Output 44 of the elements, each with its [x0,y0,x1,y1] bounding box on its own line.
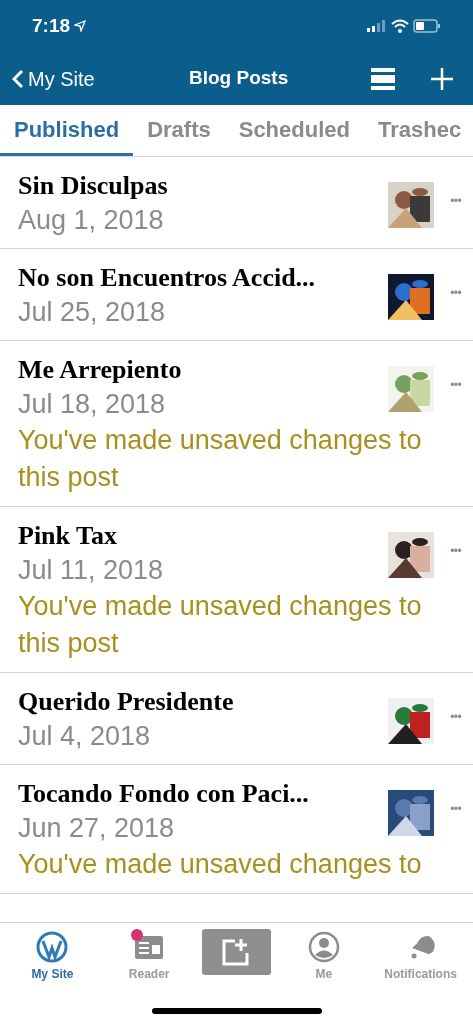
post-date: Jul 4, 2018 [18,720,152,753]
unsaved-changes-note: You've made unsaved changes to [18,848,423,881]
compose-icon [221,937,252,967]
tab[interactable]: Published [0,105,134,156]
tab-bar-item[interactable]: Notifications [376,929,465,983]
more-button[interactable]: ••• [450,192,461,210]
battery-icon [413,19,441,33]
wifi-icon [391,19,409,33]
page-title: Blog Posts [189,66,289,91]
post-title[interactable]: No son Encuentros Accid... [18,262,389,294]
list-view-icon[interactable] [371,67,395,90]
chevron-left-icon [12,68,24,89]
tab-bar-item[interactable]: My Site [8,929,97,983]
post-date: Jul 25, 2018 [18,296,167,329]
more-button[interactable]: ••• [450,542,461,560]
tab-bar-item[interactable]: Reader [105,929,194,983]
new-post-button[interactable] [202,929,271,975]
signal-icon [367,20,387,32]
post-title[interactable]: Me Arrepiento [18,354,389,386]
post-title[interactable]: Sin Disculpas [18,170,389,202]
tab[interactable]: Scheduled [224,105,364,156]
more-button[interactable]: ••• [450,800,461,818]
tab-bar-item[interactable]: Me [279,929,368,983]
post-title[interactable]: Pink Tax [18,520,389,552]
newspaper-icon [133,933,166,961]
post-date: Jul 18, 2018 [18,388,167,421]
post-title[interactable]: Querido Presidente [18,686,389,718]
clock: 7:18 [32,13,71,38]
more-button[interactable]: ••• [450,708,461,726]
post-date: Aug 1, 2018 [18,204,165,237]
more-button[interactable]: ••• [450,376,461,394]
profile-icon [307,931,340,963]
post-date: Jul 11, 2018 [18,554,165,587]
location-arrow-icon [74,20,87,32]
more-button[interactable]: ••• [450,284,461,302]
tab[interactable]: Trashec [363,105,473,156]
post-date: Jun 27, 2018 [18,812,176,845]
wordpress-icon [36,931,69,963]
unsaved-changes-note: You've made unsaved changes to this post [18,424,423,494]
tab[interactable]: Drafts [133,105,225,156]
post-title[interactable]: Tocando Fondo con Paci... [18,778,389,810]
unsaved-changes-note: You've made unsaved changes to this post [18,590,423,660]
back-button[interactable]: My Site [12,63,95,94]
plus-icon[interactable] [431,67,453,90]
